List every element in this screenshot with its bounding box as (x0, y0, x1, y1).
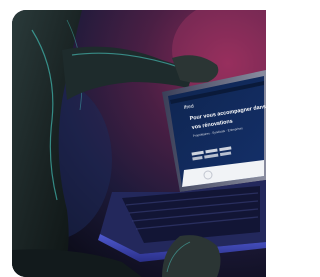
laptop-scene: Ifred Pour vous accompagner dans vos rén… (12, 10, 266, 277)
lap (12, 249, 142, 277)
hero-photo: Ifred Pour vous accompagner dans vos rén… (12, 10, 266, 277)
